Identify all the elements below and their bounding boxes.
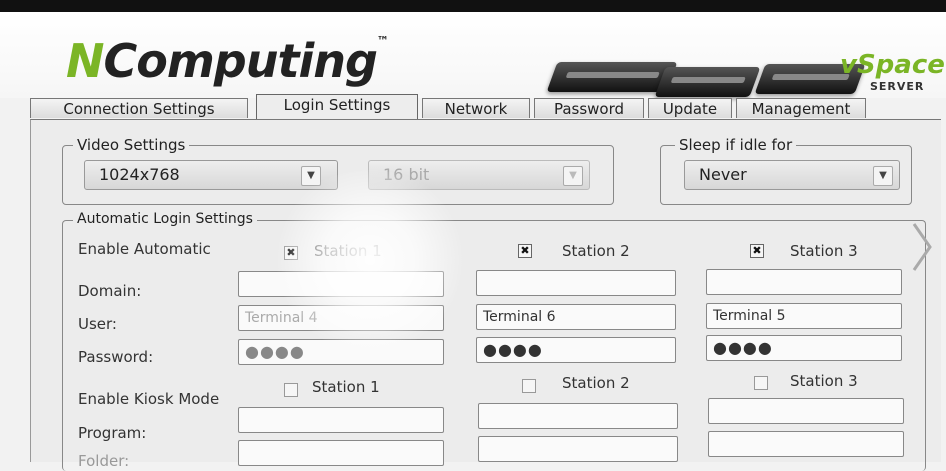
ncomputing-logo: NComputing™ — [66, 34, 389, 88]
device-image-2 — [654, 67, 761, 97]
password-field-station2[interactable]: ●●●● — [476, 337, 676, 363]
resolution-select[interactable]: 1024x768 ▼ — [84, 160, 338, 190]
tab-update[interactable]: Update — [648, 98, 732, 118]
user-field-station1[interactable]: Terminal 4 — [238, 305, 444, 331]
chevron-right-icon[interactable] — [910, 222, 934, 272]
password-label: Password: — [78, 348, 154, 366]
header-banner: NComputing™ vSpace SERVER — [0, 12, 946, 98]
password-field-station1[interactable]: ●●●● — [238, 339, 444, 365]
enable-automatic-label: Enable Automatic — [78, 240, 211, 258]
enable-kiosk-label: Enable Kiosk Mode — [78, 390, 220, 408]
kiosk-station2-label: Station 2 — [562, 374, 630, 392]
kiosk-station3-checkbox[interactable] — [754, 376, 768, 390]
color-depth-select: 16 bit ▼ — [368, 160, 590, 190]
tab-login-settings[interactable]: Login Settings — [256, 94, 418, 120]
resolution-value: 1024x768 — [99, 165, 180, 184]
auto-login-station3-label: Station 3 — [790, 242, 858, 260]
kiosk-station3-label: Station 3 — [790, 372, 858, 390]
folder-field-station3[interactable] — [708, 431, 904, 457]
domain-field-station1[interactable] — [238, 271, 444, 297]
automatic-login-legend: Automatic Login Settings — [73, 211, 257, 227]
tab-network[interactable]: Network — [422, 98, 530, 118]
auto-login-station2-checkbox[interactable]: ✖ — [518, 244, 532, 258]
auto-login-station3-checkbox[interactable]: ✖ — [750, 244, 764, 258]
domain-field-station2[interactable] — [476, 270, 676, 296]
top-edge-bar — [0, 0, 946, 12]
program-field-station2[interactable] — [478, 403, 678, 429]
trademark-symbol: ™ — [376, 34, 389, 48]
tab-password[interactable]: Password — [534, 98, 644, 118]
user-field-station2[interactable]: Terminal 6 — [476, 304, 676, 330]
chevron-down-icon[interactable]: ▼ — [873, 166, 893, 186]
program-label: Program: — [78, 424, 147, 442]
sleep-select[interactable]: Never ▼ — [684, 160, 900, 190]
video-settings-legend: Video Settings — [73, 136, 190, 154]
chevron-down-icon: ▼ — [563, 166, 583, 186]
logo-text: Computing — [103, 34, 378, 88]
color-depth-value: 16 bit — [383, 165, 430, 184]
server-caption: SERVER — [870, 80, 925, 93]
logo-letter-n: N — [66, 34, 104, 88]
password-field-station3[interactable]: ●●●● — [706, 335, 902, 361]
vspace-logo: vSpace — [840, 50, 945, 80]
tab-management[interactable]: Management — [736, 98, 866, 118]
program-field-station3[interactable] — [708, 398, 904, 424]
folder-field-station1[interactable] — [238, 440, 444, 466]
user-field-station3[interactable]: Terminal 5 — [706, 303, 902, 329]
user-label: User: — [78, 315, 117, 333]
kiosk-station1-checkbox[interactable] — [284, 383, 298, 397]
auto-login-station2-label: Station 2 — [562, 242, 630, 260]
auto-login-station1-label: Station 1 — [314, 242, 382, 260]
folder-field-station2[interactable] — [478, 436, 678, 462]
tab-bar: Connection Settings Login Settings Netwo… — [30, 94, 930, 120]
domain-label: Domain: — [78, 282, 142, 300]
auto-login-station1-checkbox[interactable]: ✖ — [284, 246, 298, 260]
domain-field-station3[interactable] — [706, 269, 902, 295]
tab-connection-settings[interactable]: Connection Settings — [30, 98, 248, 118]
folder-label: Folder: — [78, 452, 130, 470]
kiosk-station2-checkbox[interactable] — [522, 379, 536, 393]
sleep-legend: Sleep if idle for — [675, 136, 797, 154]
kiosk-station1-label: Station 1 — [312, 378, 380, 396]
chevron-down-icon[interactable]: ▼ — [301, 166, 321, 186]
sleep-value: Never — [699, 165, 747, 184]
program-field-station1[interactable] — [238, 407, 444, 433]
